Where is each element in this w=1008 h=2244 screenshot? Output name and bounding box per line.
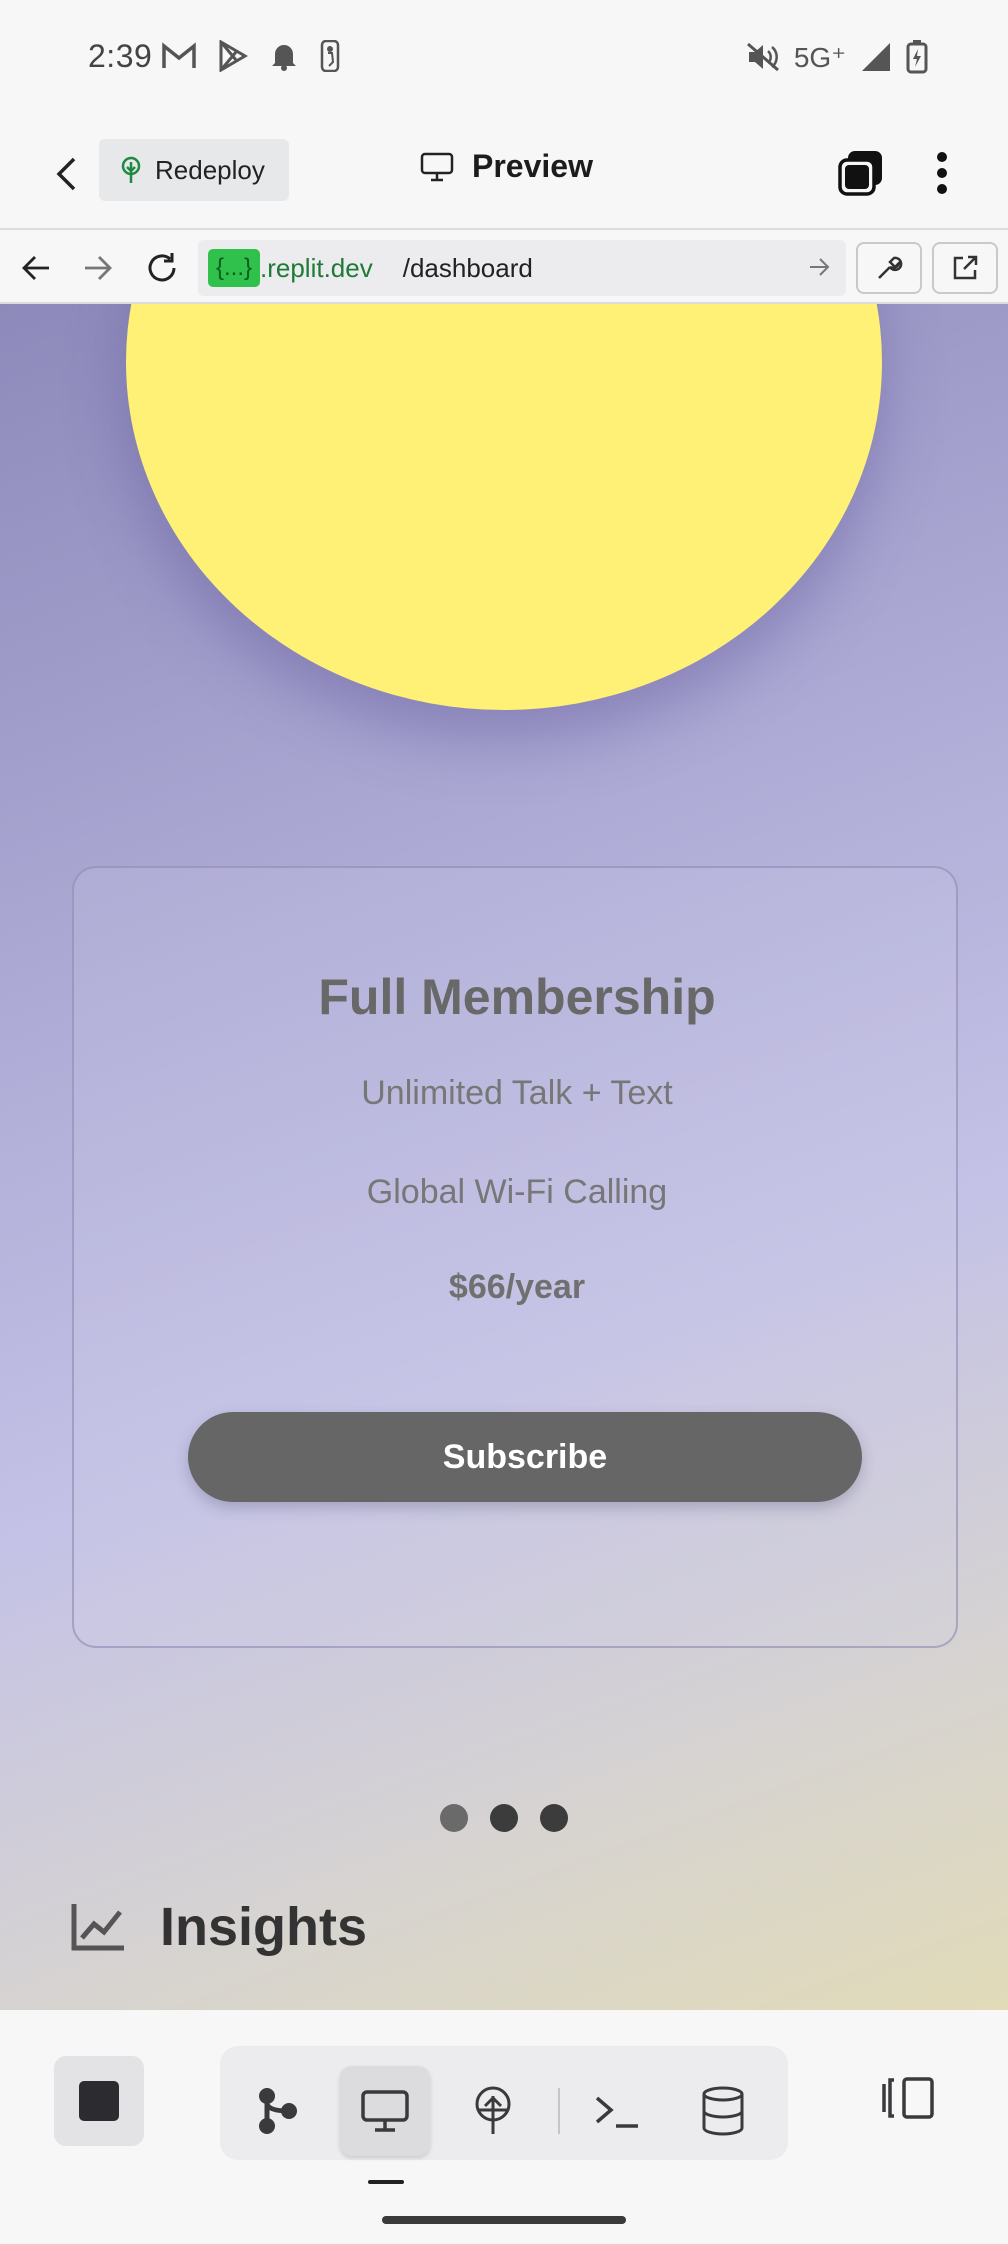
stop-icon <box>79 2081 119 2121</box>
preview-label: Preview <box>472 148 593 184</box>
tabs-icon <box>838 151 882 196</box>
database-button[interactable] <box>678 2066 768 2156</box>
line-chart-icon <box>71 1904 124 1951</box>
bottom-toolbar <box>0 2010 1008 2244</box>
wrench-icon <box>878 256 903 279</box>
plan-feature: Unlimited Talk + Text <box>361 1074 673 1112</box>
url-badge: {...} <box>208 249 260 287</box>
chevron-left-icon <box>56 157 76 191</box>
more-options-button[interactable] <box>922 148 962 198</box>
status-bar: 2:39 5G⁺ <box>0 0 1008 118</box>
url-path: /dashboard <box>402 252 533 283</box>
arrow-right-icon <box>85 256 112 280</box>
active-tab-indicator <box>368 2180 404 2184</box>
git-button[interactable] <box>232 2066 322 2156</box>
redeploy-button[interactable]: Redeploy <box>99 139 289 201</box>
network-type: 5G⁺ <box>793 41 846 73</box>
status-icons-left <box>162 40 340 72</box>
external-link-icon <box>953 255 978 280</box>
monitor-icon <box>420 152 454 181</box>
go-arrow-icon[interactable] <box>808 254 832 280</box>
url-domain: .replit.dev <box>260 252 373 283</box>
back-button[interactable] <box>44 152 88 196</box>
subscribe-button[interactable]: Subscribe <box>188 1412 862 1502</box>
split-view-button[interactable] <box>876 2066 940 2130</box>
arrow-left-icon <box>22 256 49 280</box>
open-external-button[interactable] <box>932 242 998 294</box>
deploy-button[interactable] <box>448 2066 538 2156</box>
database-icon <box>702 2086 744 2136</box>
battery-charging-icon <box>906 40 928 74</box>
app-header: Redeploy Preview <box>0 118 1008 228</box>
deploy-icon <box>475 2086 511 2134</box>
reload-button[interactable] <box>142 248 182 288</box>
shell-button[interactable] <box>572 2066 662 2156</box>
nba-icon <box>320 40 340 72</box>
status-time: 2:39 <box>88 38 153 74</box>
git-icon <box>259 2088 297 2134</box>
split-view-icon <box>882 2077 934 2119</box>
stop-button[interactable] <box>54 2056 144 2146</box>
web-preview: Full Membership Unlimited Talk + Text Gl… <box>0 304 1008 2010</box>
plan-price: $66/year <box>448 1268 586 1306</box>
preview-tab-button[interactable] <box>340 2066 430 2156</box>
carousel-dot[interactable] <box>440 1804 468 1832</box>
carousel-dots <box>440 1804 568 1832</box>
carousel-dot[interactable] <box>540 1804 568 1832</box>
mute-icon <box>746 42 779 72</box>
status-icons-right: 5G⁺ <box>746 40 928 74</box>
deploy-tree-icon <box>121 156 141 183</box>
reload-icon <box>148 253 176 282</box>
play-store-icon <box>219 40 248 72</box>
shell-icon <box>595 2096 638 2128</box>
home-indicator[interactable] <box>382 2216 626 2224</box>
url-bar: {...} .replit.dev /dashboard <box>0 228 1008 304</box>
decorative-sun <box>126 304 882 710</box>
gmail-icon <box>162 42 196 68</box>
redeploy-label: Redeploy <box>155 154 265 185</box>
preview-icon <box>361 2090 409 2132</box>
url-field[interactable]: {...} .replit.dev /dashboard <box>198 240 846 296</box>
carousel-dot[interactable] <box>490 1804 518 1832</box>
devtools-button[interactable] <box>856 242 922 294</box>
browser-forward-button[interactable] <box>78 248 118 288</box>
plan-feature: Global Wi-Fi Calling <box>366 1173 668 1211</box>
browser-back-button[interactable] <box>16 248 56 288</box>
notification-bell-icon <box>272 45 296 71</box>
insights-heading: Insights <box>70 1896 367 1958</box>
toolbar-divider <box>558 2088 560 2134</box>
more-vertical-icon <box>937 152 947 194</box>
signal-icon <box>862 43 890 71</box>
preview-title: Preview <box>420 148 593 185</box>
tool-group <box>220 2046 788 2160</box>
plan-title: Full Membership <box>318 969 716 1025</box>
membership-card: Full Membership Unlimited Talk + Text Gl… <box>72 866 958 1648</box>
tabs-button[interactable] <box>836 148 886 198</box>
insights-label: Insights <box>160 1897 368 1957</box>
